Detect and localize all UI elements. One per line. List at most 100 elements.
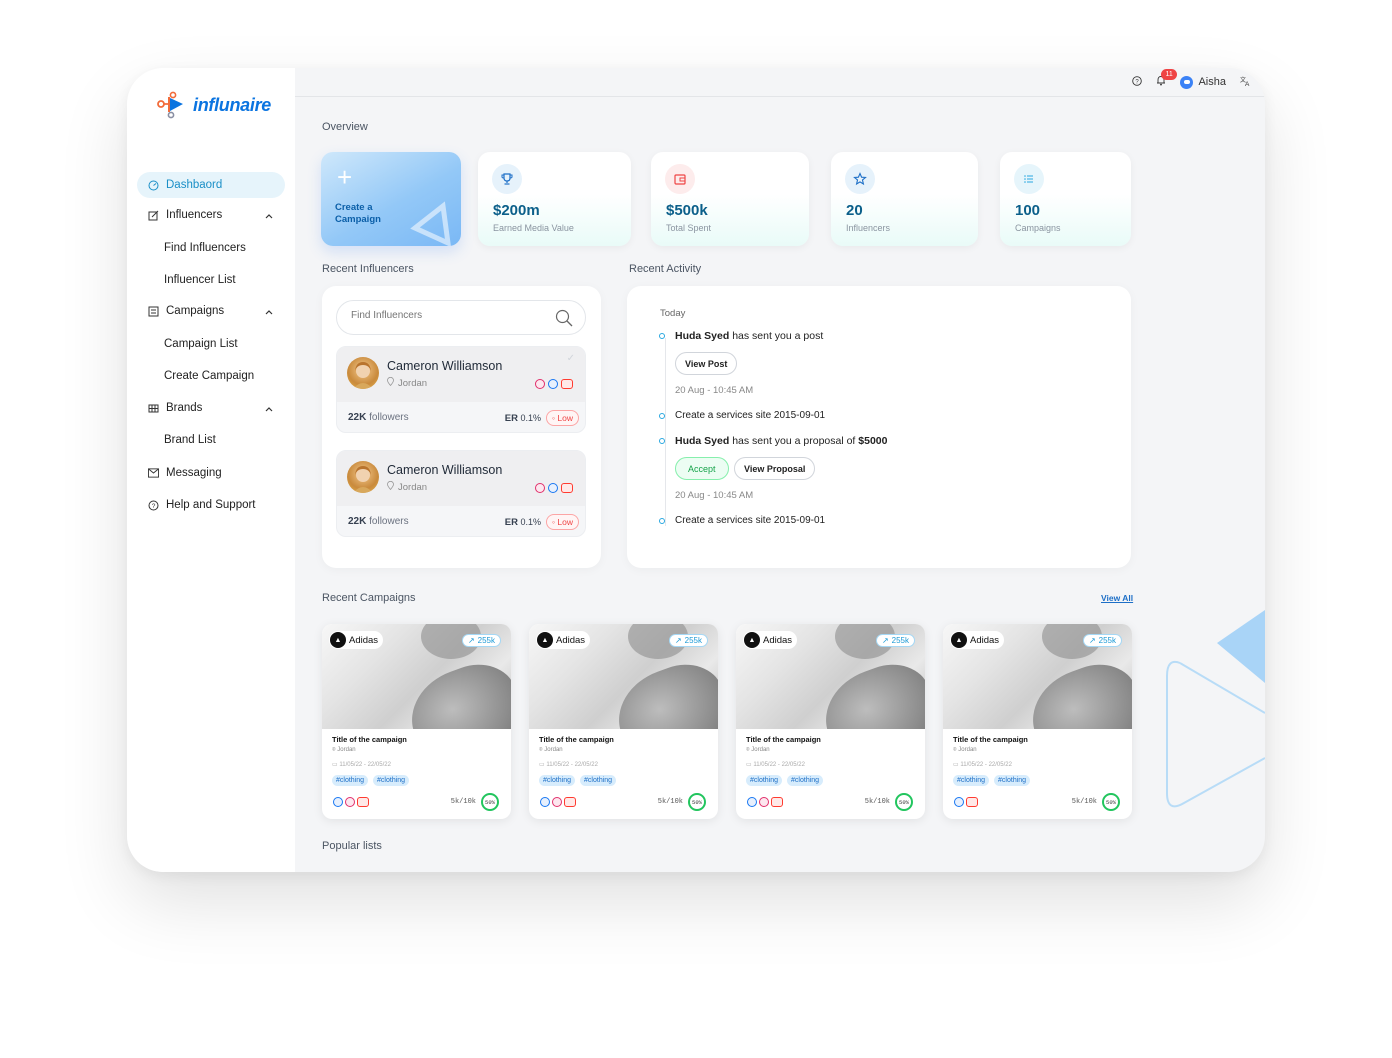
campaign-card[interactable]: ▲ Adidas ↗ 255k Title of the campaign ⌾ Jo…: [529, 624, 718, 819]
followers-label: followers: [369, 412, 409, 423]
logo[interactable]: influnaire: [155, 88, 271, 122]
campaign-card[interactable]: ▲ Adidas ↗ 255k Title of the campaign ⌾ Jo…: [322, 624, 511, 819]
location-icon: [387, 376, 394, 389]
facebook-icon[interactable]: [548, 483, 558, 493]
sidebar-item-influencer-list[interactable]: Influencer List: [137, 267, 285, 293]
sidebar-item-find-influencers[interactable]: Find Influencers: [137, 235, 285, 261]
youtube-icon[interactable]: [564, 797, 576, 807]
campaign-card[interactable]: ▲ Adidas ↗ 255k Title of the campaign ⌾ Jo…: [943, 624, 1132, 819]
sidebar-item-help-and-support[interactable]: ? Help and Support: [137, 492, 285, 518]
sidebar-item-influencers[interactable]: Influencers: [137, 202, 285, 228]
status-badge: ◦ Low: [546, 514, 579, 530]
instagram-icon[interactable]: [345, 797, 355, 807]
tag[interactable]: #clothing: [746, 775, 783, 786]
youtube-icon[interactable]: [561, 379, 573, 389]
brand-name: Adidas: [763, 634, 793, 646]
facebook-icon[interactable]: [747, 797, 757, 807]
search-icon[interactable]: [555, 309, 573, 332]
influencer-location: Jordan: [398, 481, 428, 493]
activity-item: Create a services site 2015-09-01: [675, 515, 826, 526]
tag[interactable]: #clothing: [994, 775, 1031, 786]
campaign-location: Jordan: [958, 747, 977, 753]
stat-card-total-spent: $500k Total Spent: [651, 152, 809, 246]
location-icon: ⌾: [539, 747, 543, 753]
campaign-card[interactable]: ▲ Adidas ↗ 255k Title of the campaign ⌾ Jo…: [736, 624, 925, 819]
youtube-icon[interactable]: [357, 797, 369, 807]
sidebar-item-campaign-list[interactable]: Campaign List: [137, 331, 285, 357]
tag[interactable]: #clothing: [580, 775, 617, 786]
stat-value: 100: [1015, 202, 1041, 219]
tag[interactable]: #clothing: [539, 775, 576, 786]
create-campaign-card[interactable]: + Create a Campaign: [321, 152, 461, 246]
instagram-icon[interactable]: [759, 797, 769, 807]
instagram-icon[interactable]: [552, 797, 562, 807]
plus-icon: +: [337, 162, 353, 192]
trophy-icon: [492, 164, 522, 194]
view-proposal-button[interactable]: View Proposal: [734, 457, 816, 480]
chevron-up-icon[interactable]: [265, 403, 273, 415]
influencer-card[interactable]: Cameron Williamson Jordan 22K followers …: [336, 450, 586, 537]
sidebar-item-dashboard[interactable]: Dashbaord: [137, 172, 285, 198]
sidebar-item-label: Brands: [166, 402, 203, 414]
sidebar-item-brands[interactable]: Brands: [137, 395, 285, 421]
facebook-icon[interactable]: [540, 797, 550, 807]
mail-icon: [148, 468, 159, 479]
calendar-icon: ▭: [953, 762, 959, 768]
tag[interactable]: #clothing: [373, 775, 410, 786]
view-post-button[interactable]: View Post: [675, 352, 738, 375]
instagram-icon[interactable]: [535, 483, 545, 493]
sidebar-item-campaigns[interactable]: Campaigns: [137, 298, 285, 324]
campaign-location: Jordan: [751, 747, 770, 753]
youtube-icon[interactable]: [561, 483, 573, 493]
sidebar-item-label: Influencers: [166, 209, 223, 221]
instagram-icon[interactable]: [535, 379, 545, 389]
help-icon[interactable]: ?: [1132, 75, 1143, 89]
campaign-progress: 5k/10k: [450, 798, 476, 806]
help-icon: ?: [148, 500, 159, 511]
tag[interactable]: #clothing: [332, 775, 369, 786]
translate-icon[interactable]: 文A: [1240, 76, 1251, 89]
status-badge: ◦ Low: [546, 410, 579, 426]
youtube-icon[interactable]: [771, 797, 783, 807]
tag[interactable]: #clothing: [787, 775, 824, 786]
progress-ring: 50%: [481, 793, 499, 811]
reach-chip: ↗ 255k: [461, 634, 501, 647]
play-decor-icon: [1166, 610, 1265, 808]
timeline-dot: [659, 333, 665, 339]
logo-icon: [157, 91, 183, 119]
location-icon: ⌾: [953, 747, 957, 753]
sidebar-item-brand-list[interactable]: Brand List: [137, 427, 285, 453]
facebook-icon[interactable]: [954, 797, 964, 807]
notification-button[interactable]: 11: [1156, 69, 1177, 89]
sidebar-item-create-campaign[interactable]: Create Campaign: [137, 363, 285, 389]
stat-label: Total Spent: [666, 223, 712, 233]
influencer-card[interactable]: ✓ Cameron Williamson Jordan 22K follower…: [336, 346, 586, 433]
followers-label: followers: [369, 516, 409, 527]
trend-up-icon: ↗: [1088, 636, 1096, 645]
tag[interactable]: #clothing: [953, 775, 990, 786]
campaign-dates: 11/05/22 - 22/05/22: [960, 762, 1012, 768]
accept-button[interactable]: Accept: [675, 457, 729, 480]
campaign-progress: 5k/10k: [657, 798, 683, 806]
youtube-icon[interactable]: [966, 797, 978, 807]
campaign-progress: 5k/10k: [1071, 798, 1097, 806]
activity-text: has sent you a proposal of: [732, 435, 856, 447]
chevron-up-icon[interactable]: [265, 210, 273, 222]
sidebar-item-messaging[interactable]: Messaging: [137, 460, 285, 486]
facebook-icon[interactable]: [333, 797, 343, 807]
activity-actor: Huda Syed: [675, 330, 730, 342]
sidebar-item-label: Campaign List: [164, 338, 238, 350]
search-input[interactable]: [351, 310, 541, 321]
proposal-amount: $5000: [858, 435, 888, 447]
recent-activity-panel: Today Huda Syed has sent you a post View…: [627, 286, 1131, 568]
view-all-link[interactable]: View All: [1101, 593, 1133, 603]
user-menu[interactable]: Aisha: [1180, 75, 1226, 89]
activity-time: 20 Aug - 10:45 AM: [675, 490, 754, 501]
er-label: ER: [504, 413, 518, 424]
create-campaign-label: Create a Campaign: [335, 202, 381, 225]
stat-card-campaigns: 100 Campaigns: [1000, 152, 1131, 246]
influencer-search[interactable]: [336, 300, 586, 335]
chevron-up-icon[interactable]: [265, 306, 273, 318]
recent-influencers-panel: ✓ Cameron Williamson Jordan 22K follower…: [322, 286, 601, 568]
facebook-icon[interactable]: [548, 379, 558, 389]
